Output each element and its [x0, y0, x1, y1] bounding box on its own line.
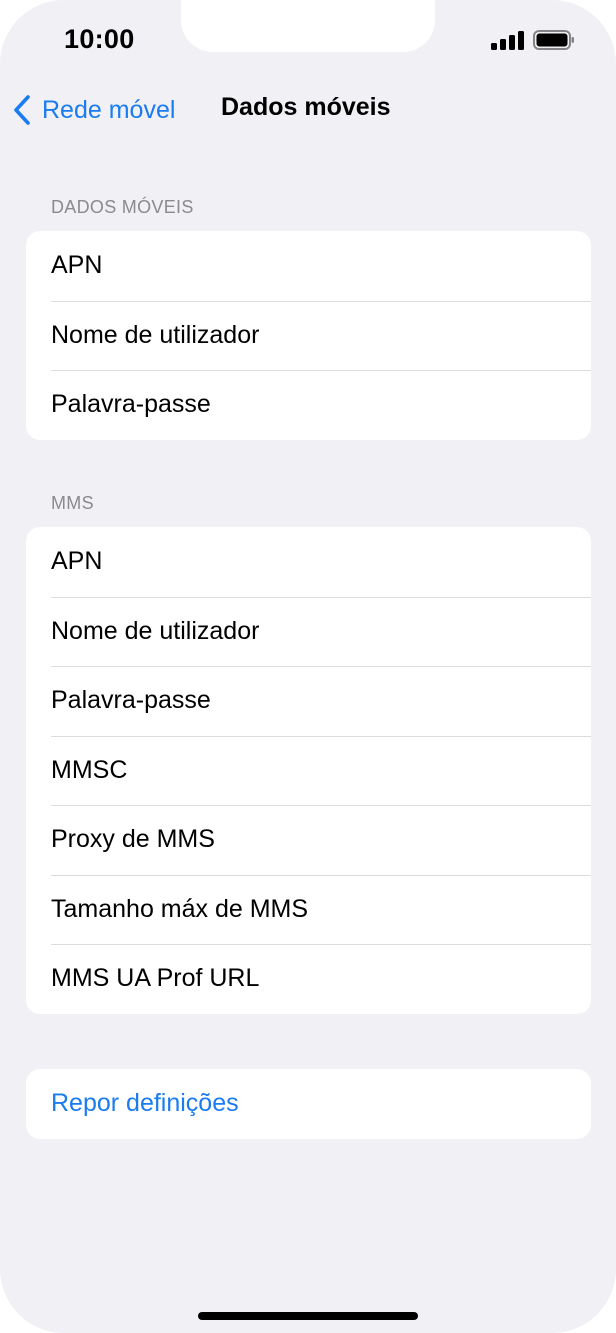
notch [181, 0, 435, 52]
mms-username-row[interactable]: Nome de utilizador [26, 596, 591, 667]
mms-group: APN Nome de utilizador Palavra-passe MMS… [26, 527, 591, 1014]
mms-ua-prof-url-row[interactable]: MMS UA Prof URL [26, 944, 591, 1014]
back-button[interactable]: Rede móvel [12, 90, 175, 130]
page-title: Dados móveis [221, 93, 391, 121]
battery-icon [533, 30, 574, 50]
mobile-data-apn-row[interactable]: APN [26, 231, 591, 301]
chevron-left-icon [14, 95, 30, 125]
cellular-signal-icon [491, 31, 524, 50]
mobile-data-username-row[interactable]: Nome de utilizador [26, 300, 591, 371]
mobile-data-password-row[interactable]: Palavra-passe [26, 370, 591, 440]
phone-screen: 10:00 Rede móvel Dados móveis DADOS MÓVE… [0, 0, 616, 1333]
reset-group: Repor definições [26, 1069, 591, 1139]
mms-password-row[interactable]: Palavra-passe [26, 666, 591, 736]
reset-settings-button[interactable]: Repor definições [26, 1069, 591, 1139]
status-time: 10:00 [64, 24, 135, 54]
mms-max-size-row[interactable]: Tamanho máx de MMS [26, 874, 591, 945]
back-button-label: Rede móvel [42, 95, 176, 124]
mobile-data-group: APN Nome de utilizador Palavra-passe [26, 231, 591, 440]
section-header-mobile-data: DADOS MÓVEIS [51, 197, 194, 217]
mms-apn-row[interactable]: APN [26, 527, 591, 597]
home-indicator[interactable] [198, 1312, 418, 1320]
section-header-mms: MMS [51, 493, 94, 513]
mmsc-row[interactable]: MMSC [26, 735, 591, 806]
mms-proxy-row[interactable]: Proxy de MMS [26, 805, 591, 875]
